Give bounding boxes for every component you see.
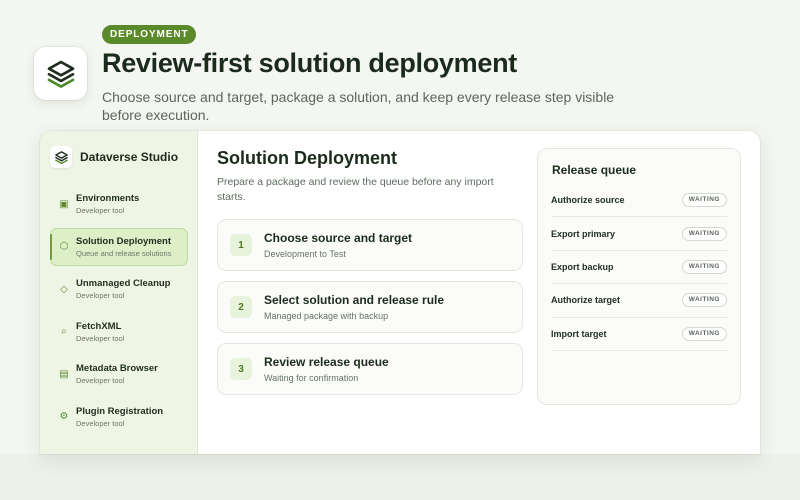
step-subtitle: Waiting for confirmation — [264, 373, 359, 383]
page-description: Prepare a package and review the queue b… — [217, 176, 494, 203]
step-subtitle: Development to Test — [264, 249, 346, 259]
step-number: 1 — [230, 234, 252, 256]
queue-item: Import target WAITING — [551, 318, 727, 351]
app-window: Dataverse Studio ▣ Environments Develope… — [40, 131, 760, 454]
status-badge: WAITING — [681, 326, 727, 341]
queue-item-label: Export backup — [551, 261, 614, 272]
sidebar-brand: Dataverse Studio — [50, 145, 178, 169]
page-footer-band — [0, 454, 800, 500]
sidebar-item-metadata-browser[interactable]: ▤ Metadata Browser Developer tool — [50, 355, 188, 393]
diamond-icon: ◇ — [60, 283, 68, 295]
hexagon-icon: ⬡ — [59, 241, 69, 252]
brand-name: Dataverse Studio — [80, 150, 179, 164]
hero-subtitle: Choose source and target, package a solu… — [102, 89, 615, 123]
table-icon: ▤ — [59, 368, 69, 380]
square-icon: ▣ — [59, 198, 69, 210]
status-badge: WAITING — [681, 226, 727, 241]
status-badge: WAITING — [681, 293, 727, 308]
sidebar-item-label: Metadata Browser — [76, 363, 158, 374]
step-subtitle: Managed package with backup — [264, 311, 389, 321]
sidebar-item-label: Environments — [76, 193, 140, 204]
sidebar-item-label: Plugin Registration — [76, 405, 164, 417]
step-card-review-queue[interactable]: 3 Review release queue Waiting for confi… — [217, 343, 523, 395]
step-title: Select solution and release rule — [264, 293, 445, 307]
sidebar-nav: ▣ Environments Developer tool ⬡ Solution… — [50, 185, 188, 440]
step-list: 1 Choose source and target Development t… — [217, 219, 523, 405]
stack-layers-icon — [54, 150, 68, 164]
sidebar-item-subtitle: Developer tool — [76, 333, 125, 343]
step-number: 2 — [230, 296, 252, 318]
queue-item-label: Authorize target — [551, 295, 621, 306]
sidebar-item-fetchxml[interactable]: ⌕ FetchXML Developer tool — [50, 313, 188, 351]
queue-item-label: Export primary — [551, 228, 616, 239]
release-queue-list: Authorize source WAITING Export primary … — [551, 184, 727, 351]
queue-item: Export primary WAITING — [551, 217, 727, 251]
queue-item-label: Authorize source — [551, 195, 625, 206]
hero-title: Review-first solution deployment — [102, 48, 517, 78]
release-queue-title: Release queue — [552, 163, 637, 177]
sidebar: Dataverse Studio ▣ Environments Develope… — [40, 131, 198, 454]
step-number: 3 — [230, 358, 252, 380]
step-title: Review release queue — [264, 355, 389, 369]
sidebar-item-solution-deployment[interactable]: ⬡ Solution Deployment Queue and release … — [50, 227, 188, 266]
sidebar-item-label: Solution Deployment — [76, 235, 171, 247]
queue-item: Authorize source WAITING — [551, 184, 727, 218]
search-icon: ⌕ — [61, 326, 67, 337]
brand-logo — [50, 146, 72, 168]
status-badge: WAITING — [681, 259, 727, 274]
main-content: Solution Deployment Prepare a package an… — [198, 131, 760, 454]
status-badge: WAITING — [681, 193, 727, 208]
sidebar-item-label: Unmanaged Cleanup — [76, 278, 171, 289]
sidebar-item-environments[interactable]: ▣ Environments Developer tool — [50, 185, 188, 223]
queue-item-label: Import target — [551, 328, 607, 339]
sidebar-item-label: FetchXML — [76, 320, 122, 332]
page-title: Solution Deployment — [217, 148, 397, 168]
stack-layers-icon — [47, 60, 74, 88]
sidebar-item-unmanaged-cleanup[interactable]: ◇ Unmanaged Cleanup Developer tool — [50, 270, 188, 308]
step-card-source-target[interactable]: 1 Choose source and target Development t… — [217, 219, 523, 271]
hero-badge: DEPLOYMENT — [102, 25, 197, 44]
gear-icon: ⚙ — [59, 411, 69, 422]
step-title: Choose source and target — [264, 231, 413, 245]
sidebar-item-plugin-registration[interactable]: ⚙ Plugin Registration Developer tool — [50, 398, 188, 436]
sidebar-item-subtitle: Developer tool — [76, 418, 125, 428]
sidebar-item-subtitle: Developer tool — [76, 376, 125, 385]
release-queue-panel: Release queue Authorize source WAITING E… — [537, 148, 741, 405]
sidebar-item-subtitle: Developer tool — [76, 206, 125, 215]
sidebar-item-subtitle: Developer tool — [76, 291, 125, 300]
app-logo — [34, 47, 87, 100]
step-card-solution-rule[interactable]: 2 Select solution and release rule Manag… — [217, 281, 523, 333]
sidebar-item-subtitle: Queue and release solutions — [76, 248, 172, 258]
queue-item: Authorize target WAITING — [551, 284, 727, 318]
queue-item: Export backup WAITING — [551, 251, 727, 285]
